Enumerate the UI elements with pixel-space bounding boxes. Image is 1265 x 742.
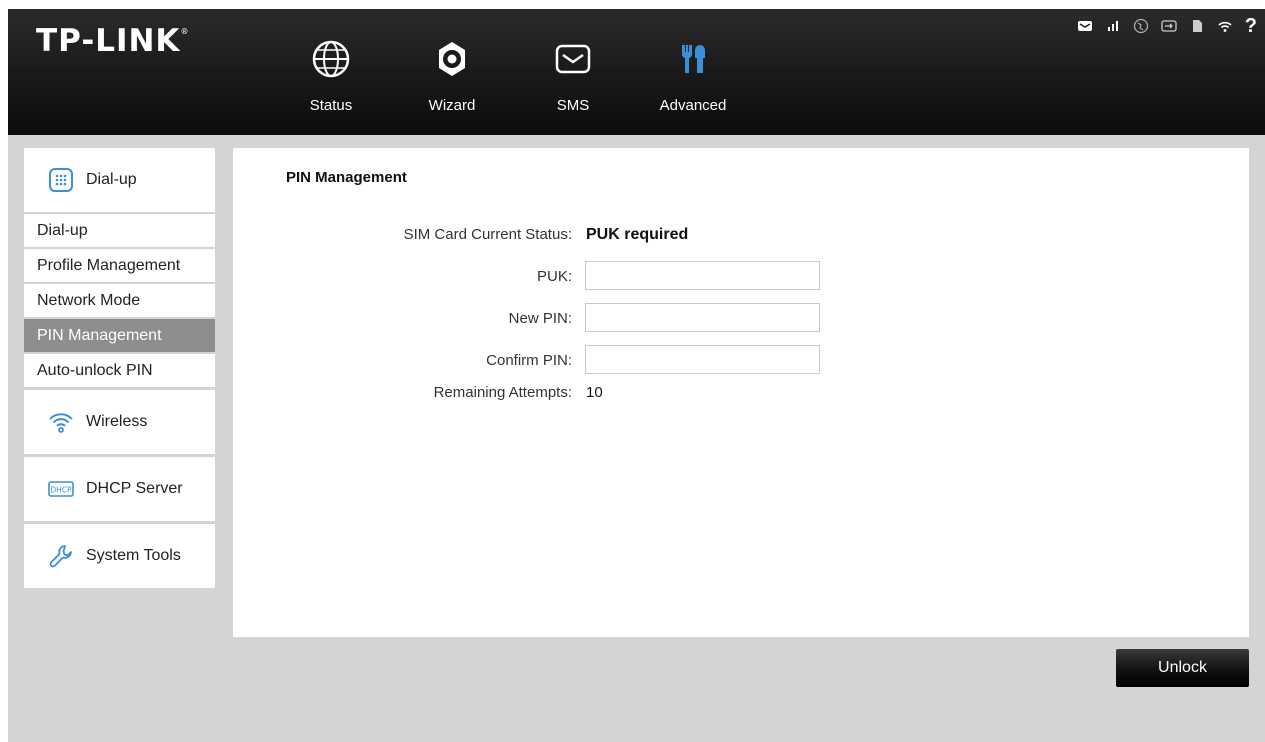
nav-advanced[interactable]: Advanced [648,39,738,114]
logo-registered-mark: ® [180,27,190,36]
svg-text:DHCP: DHCP [50,486,72,495]
new-pin-row: New PIN: [233,303,933,333]
tools-icon [681,45,705,73]
app-frame: TP-LINK® Status Wizard SMS Advanced ? Di… [8,9,1265,742]
nav-status-label: Status [309,97,353,114]
sidebar-group-dhcp-server[interactable]: DHCP DHCP Server [24,457,215,521]
sim-status-label: SIM Card Current Status: [403,226,572,243]
dialpad-icon [49,168,73,192]
remaining-attempts-label: Remaining Attempts: [433,384,572,401]
sidebar-item-network-mode[interactable]: Network Mode [24,284,215,317]
sidebar-group-system-tools[interactable]: System Tools [24,524,215,588]
puk-label: PUK: [536,268,572,285]
help-icon[interactable]: ? [1245,16,1257,36]
sidebar: Dial-up Dial-up Profile Management Netwo… [24,148,215,588]
nav-status[interactable]: Status [286,39,376,114]
sidebar-group-label: Wireless [86,413,148,430]
sidebar-item-profile-management[interactable]: Profile Management [24,249,215,282]
sidebar-group-label: System Tools [86,547,181,564]
logo-text: TP-LINK [36,23,181,59]
sidebar-item-auto-unlock-pin[interactable]: Auto-unlock PIN [24,354,215,387]
puk-row: PUK: [233,261,933,291]
confirm-pin-input[interactable] [585,345,820,374]
sidebar-group-label: DHCP Server [86,480,183,497]
main-panel: PIN Management SIM Card Current Status: … [233,148,1249,637]
battery-icon [1161,20,1177,32]
gear-icon [439,42,465,76]
top-header: TP-LINK® Status Wizard SMS Advanced ? [8,9,1265,135]
nav-sms-label: SMS [556,97,590,114]
wrench-icon [49,545,72,568]
sidebar-item-dial-up[interactable]: Dial-up [24,214,215,247]
remaining-attempts-value: 10 [586,384,603,401]
sidebar-item-pin-management[interactable]: PIN Management [24,319,215,352]
sd-card-icon [1192,20,1202,32]
remaining-attempts-row: Remaining Attempts: 10 [233,377,933,407]
confirm-pin-row: Confirm PIN: [233,345,933,375]
sidebar-group-label: Dial-up [86,171,137,188]
confirm-pin-label: Confirm PIN: [486,352,572,369]
wifi-status-icon [1218,21,1232,32]
nav-sms[interactable]: SMS [528,39,618,114]
nav-wizard-label: Wizard [428,97,476,114]
sidebar-group-wireless[interactable]: Wireless [24,390,215,454]
globe-icon [312,40,350,78]
tp-link-logo: TP-LINK® [36,23,189,59]
page-title: PIN Management [286,169,407,186]
message-icon[interactable] [1077,18,1093,34]
signal-icon [1107,21,1118,31]
internet-icon [1133,18,1148,34]
new-pin-input[interactable] [585,303,820,332]
dhcp-icon: DHCP [48,481,74,497]
sidebar-group-dial-up[interactable]: Dial-up [24,148,215,212]
wifi-icon [49,413,73,433]
new-pin-label: New PIN: [508,310,572,327]
puk-input[interactable] [585,261,820,290]
status-icon-bar: ? [1077,15,1257,37]
nav-wizard[interactable]: Wizard [407,39,497,114]
unlock-button[interactable]: Unlock [1116,649,1249,687]
sim-status-row: SIM Card Current Status: PUK required [233,219,933,249]
sim-status-value: PUK required [586,226,689,243]
envelope-icon [555,44,591,74]
nav-advanced-label: Advanced [659,97,727,114]
